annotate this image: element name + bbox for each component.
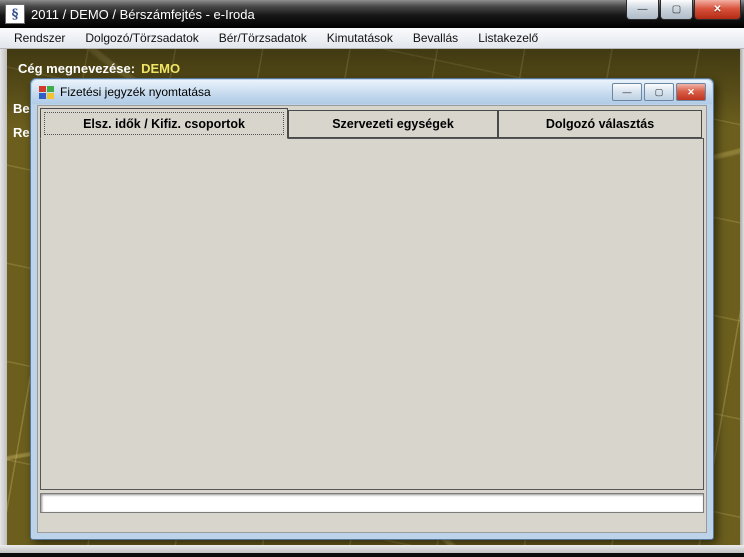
menu-kimutatasok[interactable]: Kimutatások xyxy=(317,29,403,47)
company-name-label: Cég megnevezése: DEMO xyxy=(18,61,180,76)
menu-dolgozo-torzsadatok[interactable]: Dolgozó/Törzsadatok xyxy=(75,29,208,47)
close-button[interactable]: ✕ xyxy=(694,0,741,20)
menu-ber-torzsadatok[interactable]: Bér/Törzsadatok xyxy=(209,29,317,47)
menu-rendszer[interactable]: Rendszer xyxy=(4,29,75,47)
print-dialog: Fizetési jegyzék nyomtatása — ▢ ✕ Elsz. … xyxy=(30,78,714,540)
tab-dolgozo-valasztas[interactable]: Dolgozó választás xyxy=(498,110,702,138)
dialog-titlebar[interactable]: Fizetési jegyzék nyomtatása xyxy=(32,80,712,104)
company-value: DEMO xyxy=(141,61,181,76)
menu-bevallas[interactable]: Bevallás xyxy=(403,29,468,47)
dialog-maximize-button[interactable]: ▢ xyxy=(644,83,674,101)
tab-page xyxy=(40,138,704,490)
company-label-text: Cég megnevezése: xyxy=(18,61,136,76)
partial-label-1: Be xyxy=(13,101,30,116)
menu-bar: Rendszer Dolgozó/Törzsadatok Bér/Törzsad… xyxy=(0,28,744,49)
partial-label-2: Re xyxy=(13,125,30,140)
dialog-client-area: Elsz. idők / Kifiz. csoportok Szervezeti… xyxy=(37,105,707,533)
window-title: 2011 / DEMO / Bérszámfejtés - e-Iroda xyxy=(31,6,255,22)
dialog-controls: — ▢ ✕ xyxy=(612,83,706,101)
tab-szervezeti-egysegek[interactable]: Szervezeti egységek xyxy=(288,110,498,138)
dialog-title: Fizetési jegyzék nyomtatása xyxy=(60,85,211,99)
window-bottom-border xyxy=(0,545,744,553)
tab-elsz-idok-kifiz-csoportok[interactable]: Elsz. idők / Kifiz. csoportok xyxy=(40,108,288,139)
app-icon: § xyxy=(5,4,25,24)
window-bottom-edge xyxy=(0,553,744,557)
dialog-minimize-button[interactable]: — xyxy=(612,83,642,101)
window-controls: — ▢ ✕ xyxy=(626,0,741,20)
window-left-border xyxy=(0,49,7,546)
dialog-window-icon xyxy=(39,85,54,99)
window-right-border xyxy=(740,49,744,546)
status-bar xyxy=(40,493,704,513)
minimize-button[interactable]: — xyxy=(626,0,659,20)
dialog-close-button[interactable]: ✕ xyxy=(676,83,706,101)
menu-listakezelo[interactable]: Listakezelő xyxy=(468,29,548,47)
maximize-button[interactable]: ▢ xyxy=(660,0,693,20)
